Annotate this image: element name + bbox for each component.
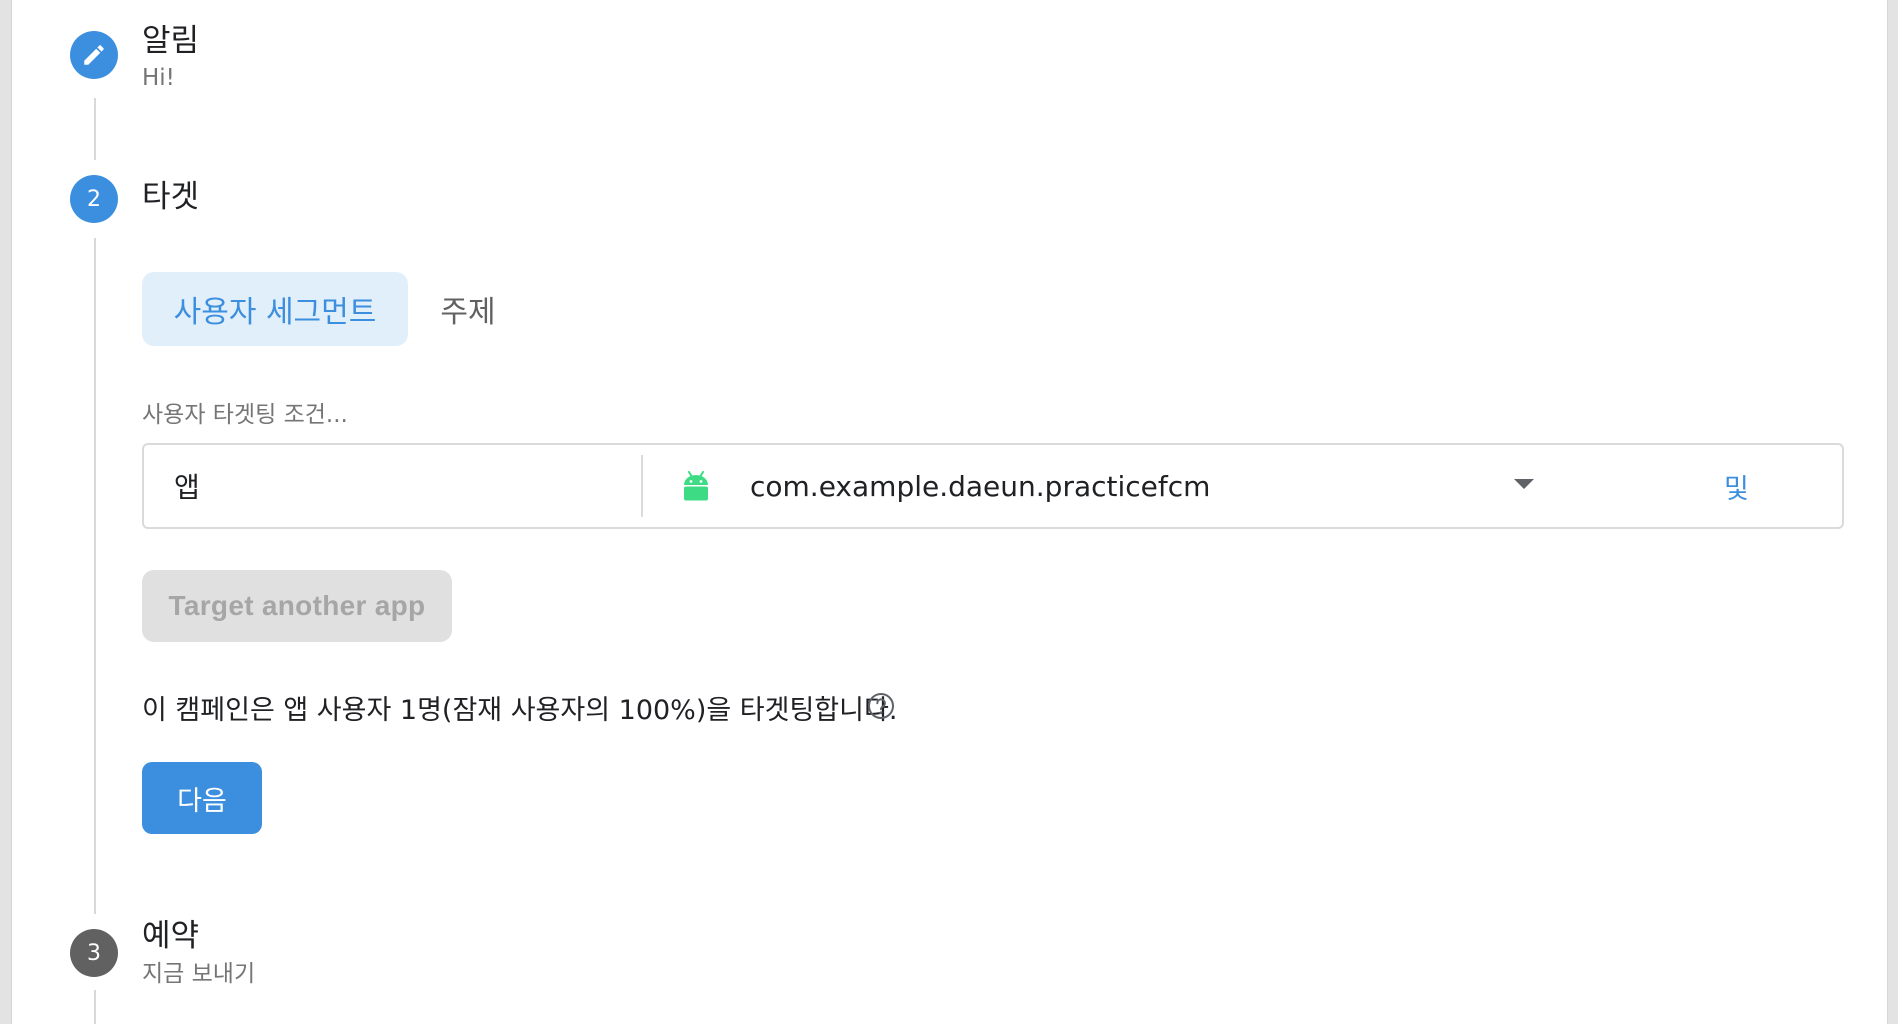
step-1-subtitle: Hi! xyxy=(142,65,175,91)
step-rail-3 xyxy=(94,990,96,1024)
step-3-marker: 3 xyxy=(70,929,118,977)
tab-user-segment[interactable]: 사용자 세그먼트 xyxy=(142,272,408,346)
step-1-title[interactable]: 알림 xyxy=(142,26,199,57)
tab-topic[interactable]: 주제 xyxy=(424,272,512,346)
notification-composer-card: 알림 Hi! 2 타겟 사용자 세그먼트 주제 사용자 타겟팅 조건... 앱 … xyxy=(11,0,1888,1024)
next-button[interactable]: 다음 xyxy=(142,762,262,834)
condition-field-select[interactable]: 앱 xyxy=(144,445,641,527)
targeting-condition-row: 앱 com.example.daeun.practicefcm 및 xyxy=(142,443,1844,529)
step-2-marker: 2 xyxy=(70,175,118,223)
condition-divider xyxy=(641,455,643,517)
app-id-select[interactable]: com.example.daeun.practicefcm xyxy=(750,445,1210,527)
chevron-down-icon[interactable] xyxy=(1514,479,1534,489)
step-3-subtitle: 지금 보내기 xyxy=(142,961,256,987)
step-1-completed-marker[interactable] xyxy=(70,31,118,79)
step-rail-1 xyxy=(94,98,96,160)
step-3-title[interactable]: 예약 xyxy=(142,921,199,952)
android-icon xyxy=(684,471,708,501)
target-reach-summary: 이 캠페인은 앱 사용자 1명(잠재 사용자의 100%)을 타겟팅합니다. xyxy=(142,695,898,726)
pencil-icon xyxy=(84,45,104,65)
and-condition-button[interactable]: 및 xyxy=(1724,445,1749,527)
help-icon[interactable] xyxy=(867,692,895,720)
step-rail-2 xyxy=(94,238,96,914)
step-2-title: 타겟 xyxy=(142,179,200,215)
targeting-condition-label: 사용자 타겟팅 조건... xyxy=(142,402,348,428)
target-another-app-button[interactable]: Target another app xyxy=(142,570,452,642)
condition-field-label: 앱 xyxy=(174,471,200,504)
